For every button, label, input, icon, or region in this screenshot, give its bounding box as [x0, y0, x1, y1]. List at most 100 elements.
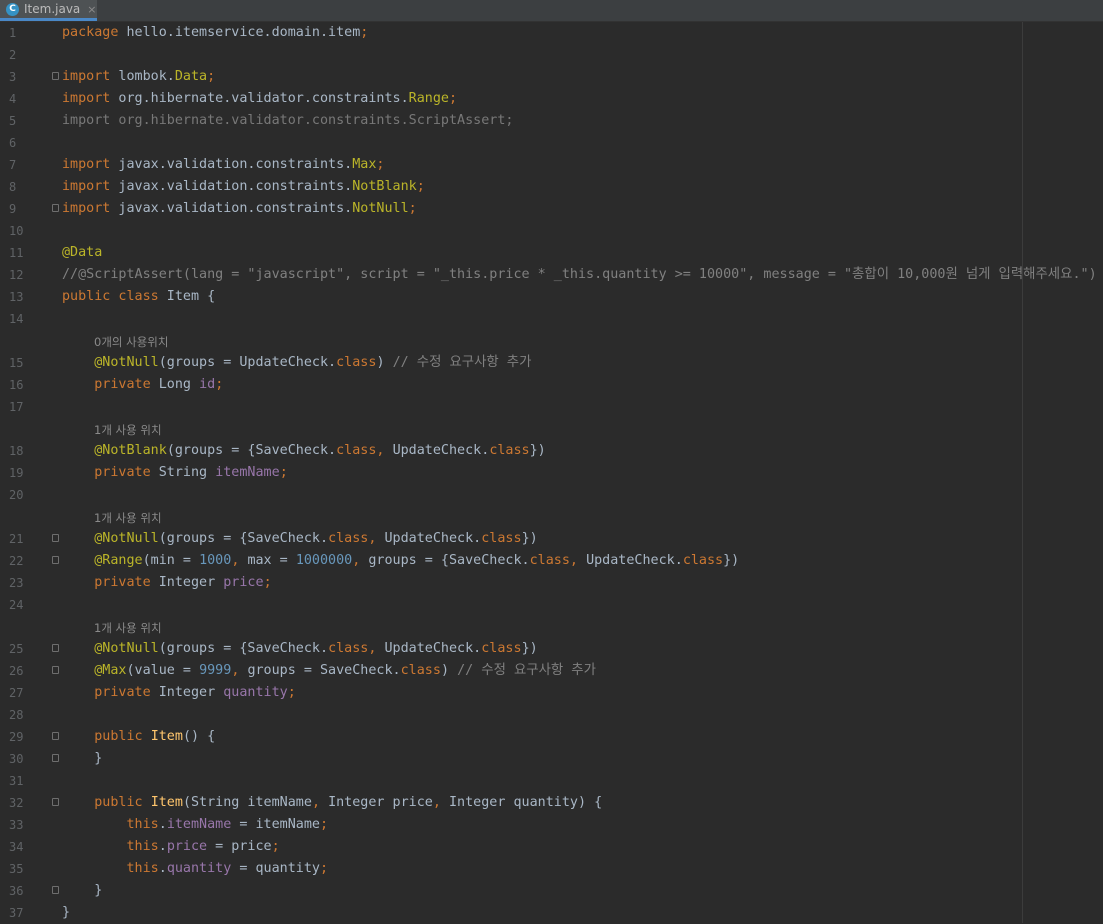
- usage-hint[interactable]: 1개 사용 위치: [94, 418, 162, 440]
- code-line[interactable]: 23 private Integer price;: [0, 572, 1103, 594]
- code-line[interactable]: 33 this.itemName = itemName;: [0, 814, 1103, 836]
- code-token: groups = {SaveCheck.: [368, 553, 530, 568]
- editor-tab-bar: C Item.java ×: [0, 0, 1103, 22]
- code-token: @NotNull: [94, 531, 159, 546]
- line-number: 6: [9, 136, 17, 150]
- code-line[interactable]: 15 @NotNull(groups = UpdateCheck.class) …: [0, 352, 1103, 374]
- fold-marker-icon[interactable]: [52, 204, 59, 212]
- code-token: Integer quantity) {: [449, 795, 603, 810]
- code-token: Integer: [150, 575, 224, 590]
- code-text: public Item() {: [62, 726, 215, 748]
- code-token: ): [376, 355, 393, 370]
- fold-marker-icon[interactable]: [52, 886, 59, 894]
- line-number: 19: [9, 466, 24, 480]
- code-token: import: [62, 179, 111, 194]
- code-token: UpdateCheck.: [384, 641, 482, 656]
- close-tab-icon[interactable]: ×: [87, 3, 96, 16]
- code-token: import: [62, 91, 111, 106]
- line-number: 8: [9, 180, 17, 194]
- code-line[interactable]: 17: [0, 396, 1103, 418]
- code-line[interactable]: 27 private Integer quantity;: [0, 682, 1103, 704]
- code-token: NotNull: [352, 201, 409, 216]
- code-text: //@ScriptAssert(lang = "javascript", scr…: [62, 264, 1097, 286]
- code-line[interactable]: 24: [0, 594, 1103, 616]
- code-line[interactable]: 34 this.price = price;: [0, 836, 1103, 858]
- code-line[interactable]: 4 import org.hibernate.validator.constrai…: [0, 88, 1103, 110]
- line-number: 1: [9, 26, 17, 40]
- code-line[interactable]: 25 @NotNull(groups = {SaveCheck.class, U…: [0, 638, 1103, 660]
- line-number: 37: [9, 906, 24, 920]
- code-line[interactable]: 6: [0, 132, 1103, 154]
- code-line[interactable]: 18 @NotBlank(groups = {SaveCheck.class, …: [0, 440, 1103, 462]
- code-line[interactable]: 22 @Range(min = 1000, max = 1000000, gro…: [0, 550, 1103, 572]
- code-line[interactable]: 19 private String itemName;: [0, 462, 1103, 484]
- fold-marker-icon[interactable]: [52, 644, 59, 652]
- code-text: import lombok.Data;: [62, 66, 215, 88]
- code-token: }): [521, 641, 538, 656]
- code-line[interactable]: 30 }: [0, 748, 1103, 770]
- code-token: @Data: [62, 245, 103, 260]
- code-line[interactable]: 37}: [0, 902, 1103, 924]
- code-text: public class Item {: [62, 286, 215, 308]
- code-text: private String itemName;: [62, 462, 288, 484]
- code-line[interactable]: 16 private Long id;: [0, 374, 1103, 396]
- code-token: ,: [311, 795, 329, 810]
- usage-hint[interactable]: 1개 사용 위치: [94, 616, 162, 638]
- usage-hint[interactable]: 1개 사용 위치: [94, 506, 162, 528]
- code-text: private Integer quantity;: [62, 682, 296, 704]
- code-token: ;: [376, 157, 385, 172]
- code-line[interactable]: 35 this.quantity = quantity;: [0, 858, 1103, 880]
- code-line[interactable]: 12 //@ScriptAssert(lang = "javascript", s…: [0, 264, 1103, 286]
- code-line[interactable]: 8 import javax.validation.constraints.Not…: [0, 176, 1103, 198]
- fold-marker-icon[interactable]: [52, 732, 59, 740]
- code-token: javax.validation.constraints.: [110, 201, 353, 216]
- fold-marker-icon[interactable]: [52, 534, 59, 542]
- code-line[interactable]: 5 import org.hibernate.validator.constrai…: [0, 110, 1103, 132]
- code-line[interactable]: 10: [0, 220, 1103, 242]
- code-token: (value =: [126, 663, 200, 678]
- fold-marker-icon[interactable]: [52, 556, 59, 564]
- code-editor[interactable]: 1 package hello.itemservice.domain.item; …: [0, 22, 1103, 923]
- line-number: 5: [9, 114, 17, 128]
- code-line[interactable]: 1 package hello.itemservice.domain.item;: [0, 22, 1103, 44]
- code-line[interactable]: 14: [0, 308, 1103, 330]
- code-line[interactable]: 26 @Max(value = 9999, groups = SaveCheck…: [0, 660, 1103, 682]
- code-line[interactable]: 32 public Item(String itemName, Integer …: [0, 792, 1103, 814]
- usage-hint[interactable]: 0개의 사용위치: [94, 330, 168, 352]
- fold-marker-icon[interactable]: [52, 72, 59, 80]
- code-line[interactable]: 11 @Data: [0, 242, 1103, 264]
- tab-item-java[interactable]: C Item.java ×: [0, 0, 97, 21]
- code-line[interactable]: 29 public Item() {: [0, 726, 1103, 748]
- fold-marker-icon[interactable]: [52, 754, 59, 762]
- code-line[interactable]: 20: [0, 484, 1103, 506]
- code-token: ;: [360, 25, 369, 40]
- code-token: class: [336, 355, 377, 370]
- fold-marker-icon[interactable]: [52, 798, 59, 806]
- code-token: ;: [408, 201, 417, 216]
- code-token: UpdateCheck.: [384, 531, 482, 546]
- code-token: 1000000: [295, 553, 353, 568]
- fold-marker-icon[interactable]: [52, 666, 59, 674]
- code-line[interactable]: 21 @NotNull(groups = {SaveCheck.class, U…: [0, 528, 1103, 550]
- code-token: () {: [182, 729, 216, 744]
- code-line[interactable]: 3 import lombok.Data;: [0, 66, 1103, 88]
- code-token: max =: [247, 553, 296, 568]
- code-token: ;: [207, 69, 216, 84]
- code-line[interactable]: 13 public class Item {: [0, 286, 1103, 308]
- line-number: 24: [9, 598, 24, 612]
- code-line[interactable]: 31: [0, 770, 1103, 792]
- code-line[interactable]: 9 import javax.validation.constraints.Not…: [0, 198, 1103, 220]
- code-token: 9999: [199, 663, 232, 678]
- code-line[interactable]: 28: [0, 704, 1103, 726]
- code-line[interactable]: 2: [0, 44, 1103, 66]
- code-token: groups = SaveCheck.: [247, 663, 401, 678]
- code-token: ;: [263, 575, 272, 590]
- code-line[interactable]: 36 }: [0, 880, 1103, 902]
- code-line[interactable]: 7 import javax.validation.constraints.Max…: [0, 154, 1103, 176]
- code-token: = price: [207, 839, 272, 854]
